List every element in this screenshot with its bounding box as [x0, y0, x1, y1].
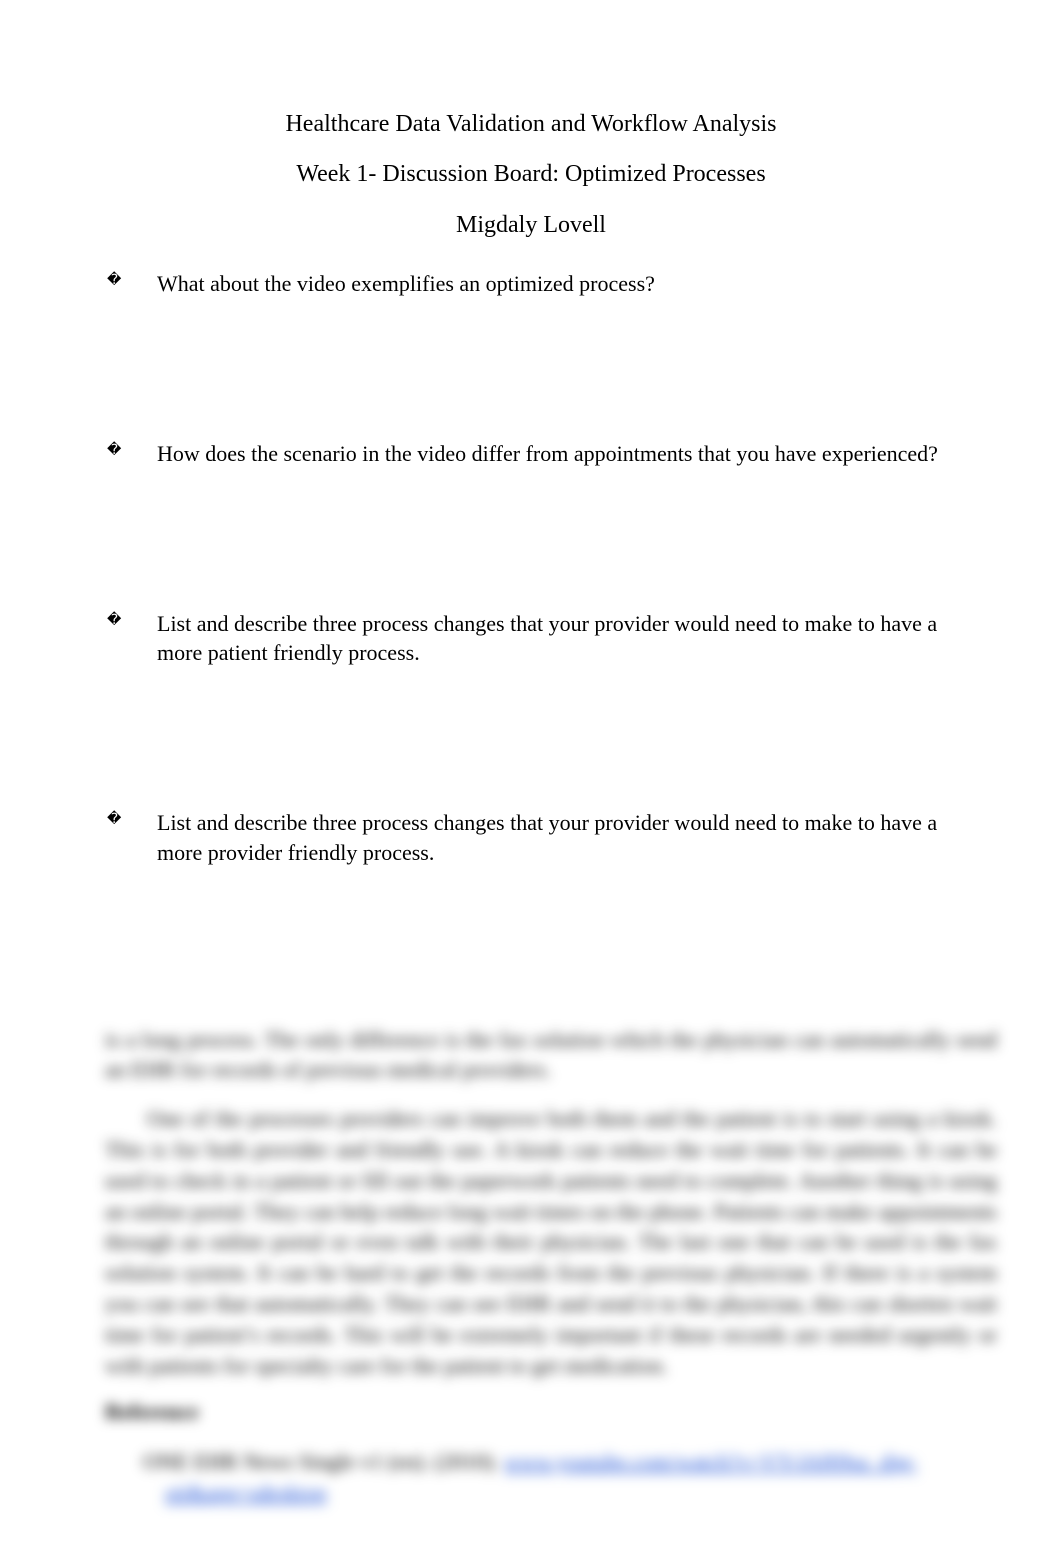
bullet-marker-icon: �	[105, 609, 157, 633]
blurred-preview: is a long process. The only difference i…	[105, 1025, 997, 1531]
blurred-reference-link: www.youtube.com/watch?v=VY-lAf69sa_sbg-o…	[165, 1449, 917, 1505]
blurred-reference-item: ONE EHR News Single v1 (en). (2010). www…	[165, 1447, 997, 1509]
bullet-marker-icon: �	[105, 439, 157, 463]
bullet-item: � How does the scenario in the video dif…	[105, 439, 957, 469]
document-page: Healthcare Data Validation and Workflow …	[0, 0, 1062, 1561]
course-title: Healthcare Data Validation and Workflow …	[105, 108, 957, 140]
bullet-marker-icon: �	[105, 269, 157, 293]
bullet-marker-icon: �	[105, 808, 157, 832]
bullet-item: � List and describe three process change…	[105, 609, 957, 668]
bullet-text: How does the scenario in the video diffe…	[157, 439, 957, 469]
bullet-text: List and describe three process changes …	[157, 808, 957, 867]
blurred-paragraph: One of the processes providers can impro…	[105, 1104, 997, 1381]
bullet-text: What about the video exemplifies an opti…	[157, 269, 957, 299]
bullet-item: � List and describe three process change…	[105, 808, 957, 867]
assignment-title: Week 1- Discussion Board: Optimized Proc…	[105, 158, 957, 190]
bullet-item: � What about the video exemplifies an op…	[105, 269, 957, 299]
blurred-reference-text: ONE EHR News Single v1 (en). (2010).	[143, 1449, 499, 1474]
bullet-text-line: List and describe three process changes …	[157, 609, 957, 668]
blurred-paragraph: is a long process. The only difference i…	[105, 1025, 997, 1087]
author-name: Migdaly Lovell	[105, 209, 957, 241]
bullet-text-line: List and describe three process changes …	[157, 808, 957, 867]
blurred-reference-heading: Reference	[105, 1399, 997, 1425]
bullet-text: List and describe three process changes …	[157, 609, 957, 668]
title-block: Healthcare Data Validation and Workflow …	[105, 108, 957, 241]
